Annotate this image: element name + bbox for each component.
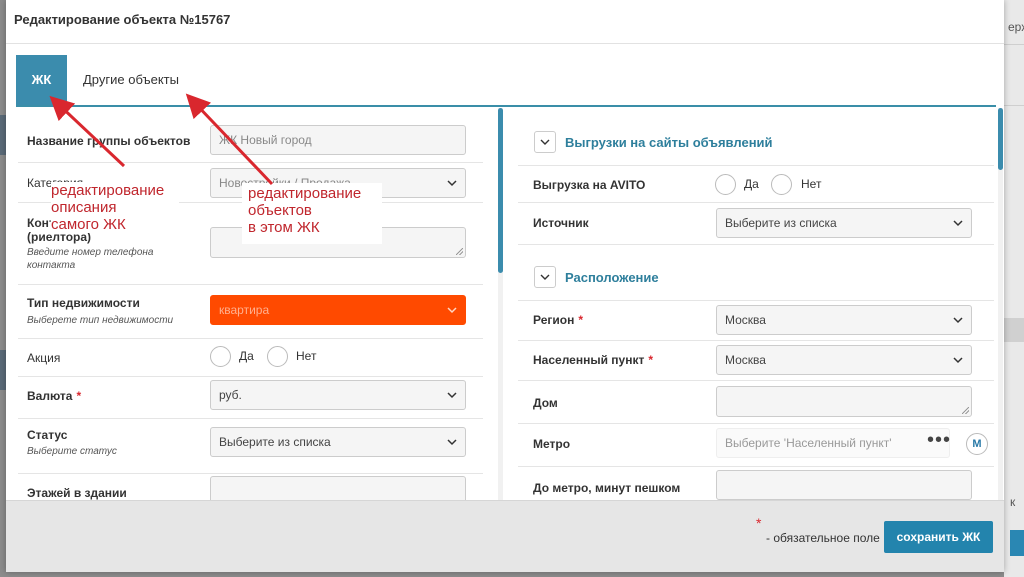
save-zhk-button[interactable]: сохранить ЖК [884,521,993,553]
locality-select[interactable]: Москва [716,345,972,375]
field-label-text: Регион [533,313,575,327]
form-row-walk: До метро, минут пешком [518,467,994,500]
promo-no-radio[interactable] [267,346,288,367]
required-marker: * [756,515,762,531]
form-row-metro: Метро Выберите 'Населенный пункт' ••• М [518,424,994,467]
radio-label: Да [239,349,254,363]
form-row-locality: Населенный пункт * Москва [518,341,994,381]
background-text: к [1010,495,1016,509]
required-marker: * [76,389,82,403]
promo-yes-radio[interactable] [210,346,231,367]
metro-input[interactable]: Выберите 'Населенный пункт' [716,428,950,458]
region-select[interactable]: Москва [716,305,972,335]
field-label: Статус [27,428,68,442]
field-label: До метро, минут пешком [533,481,681,495]
field-label: Метро [533,437,571,451]
walk-minutes-input[interactable] [716,470,972,500]
chevron-down-icon [953,317,963,324]
field-label-text: Населенный пункт [533,353,645,367]
field-label: Дом [533,396,558,410]
background-text: ерж [1008,20,1024,34]
form-row-house: Дом [518,381,994,424]
status-select[interactable]: Выберите из списка [210,427,466,457]
select-value: квартира [219,303,270,317]
required-note: - обязательное поле [766,531,880,545]
field-hint: Выберете тип недвижимости [27,315,174,326]
field-label: Этажей в здании [27,486,127,500]
currency-select[interactable]: руб. [210,380,466,410]
form-row-status: Статус Выберите статус Выберите из списк… [18,419,483,474]
radio-label: Нет [296,349,317,363]
form-row-promo: Акция Да Нет [18,339,483,377]
chevron-down-icon [447,439,457,446]
chevron-down-icon [447,392,457,399]
field-label: Акция [27,351,61,365]
edit-object-modal: Редактирование объекта №15767 ЖК Другие … [6,0,1004,572]
floors-input[interactable] [210,476,466,500]
field-label: Валюта * [27,389,81,403]
form-row-floors: Этажей в здании [18,474,483,500]
select-value: Москва [725,313,766,327]
select-value: руб. [219,388,242,402]
form-row-currency: Валюта * руб. [18,377,483,419]
chevron-down-icon [953,357,963,364]
form-row-region: Регион * Москва [518,301,994,341]
field-label: Населенный пункт * [533,353,653,367]
required-marker: * [648,353,654,367]
field-label: Регион * [533,313,583,327]
select-value: Москва [725,353,766,367]
metro-icon[interactable]: М [966,433,988,455]
field-label-text: Валюта [27,389,73,403]
resize-grip-icon[interactable] [962,407,969,414]
field-hint: Выберите статус [27,446,117,457]
chevron-down-icon [447,307,457,314]
annotation-arrows-icon [49,93,274,186]
select-value: Выберите из списка [219,435,331,449]
house-input[interactable] [716,386,972,417]
loading-dots-icon: ••• [927,429,952,451]
required-marker: * [578,313,584,327]
background-button [1010,530,1024,556]
modal-footer: * - обязательное поле сохранить ЖК [6,500,1004,572]
background-page-right: ерж к [1004,0,1024,577]
